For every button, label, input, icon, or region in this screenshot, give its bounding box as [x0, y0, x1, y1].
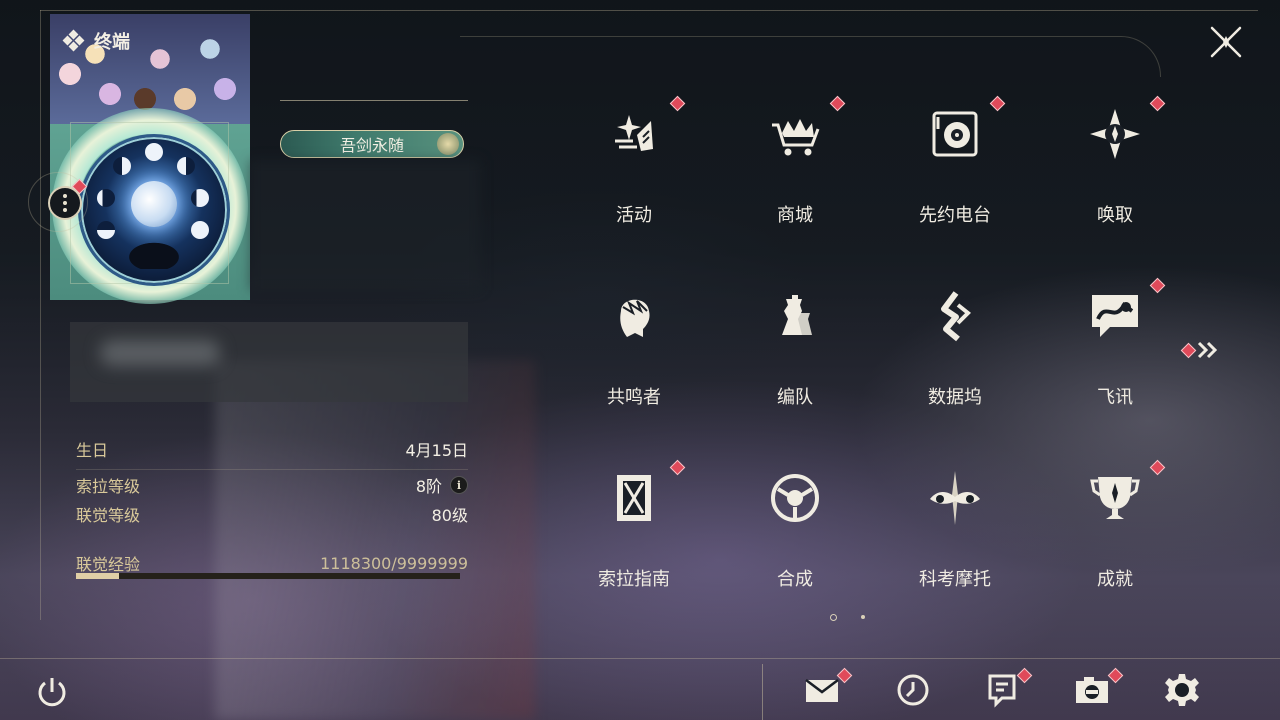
menu-item-synthesis[interactable]: 合成 — [715, 459, 875, 599]
stat-union-exp: 联觉经验 1118300/9999999 — [76, 551, 468, 575]
menu-item-label: 唤取 — [1097, 205, 1133, 226]
title-badge-label: 吾剑永随 — [339, 136, 404, 155]
blurred-signature — [100, 340, 220, 366]
moon-phase-icon — [97, 189, 115, 207]
hands-silhouette — [119, 229, 189, 269]
terminal-logo-icon — [62, 29, 85, 52]
menu-item-achievements[interactable]: 成就 — [1035, 459, 1195, 599]
menu-item-convene[interactable]: 唤取 — [1035, 95, 1195, 235]
character-head-icon — [620, 299, 650, 337]
settings-gear-icon[interactable] — [1164, 672, 1200, 708]
moon-phase-icon — [191, 221, 209, 239]
close-icon[interactable] — [1208, 24, 1244, 60]
divider — [76, 469, 468, 470]
stat-union-level: 联觉等级 80级 — [76, 502, 468, 526]
page-dot[interactable] — [861, 615, 865, 619]
moon-phase-icon — [97, 221, 115, 239]
menu-item-label: 索拉指南 — [598, 569, 670, 590]
menu-item-data-dock[interactable]: 数据坞 — [875, 277, 1035, 417]
dot — [63, 201, 67, 205]
radio-icon — [932, 111, 978, 157]
clock-icon[interactable] — [895, 672, 931, 708]
page-dot-active[interactable] — [830, 614, 837, 621]
exp-progress-fill — [76, 573, 119, 579]
stat-value: 80级 — [431, 506, 468, 525]
menu-item-label: 数据坞 — [928, 387, 982, 408]
next-page-chevron-icon[interactable] — [1196, 340, 1220, 360]
power-icon[interactable] — [34, 674, 70, 710]
dot — [63, 194, 67, 198]
frame-top-line — [40, 10, 1258, 11]
menu-item-guide[interactable]: 索拉指南 — [554, 459, 714, 599]
badge-emblem-icon — [437, 133, 459, 155]
menu-item-label: 商城 — [777, 205, 813, 226]
chat-message-icon — [1092, 295, 1138, 337]
synthesis-icon — [771, 474, 819, 522]
menu-item-radio[interactable]: 先约电台 — [875, 95, 1035, 235]
guide-book-icon — [617, 475, 651, 521]
shop-basket-icon — [772, 119, 820, 156]
menu-item-label: 活动 — [616, 205, 652, 226]
stat-value: 8阶 — [415, 477, 442, 496]
info-icon[interactable]: i — [450, 476, 468, 494]
moon-phase-icon — [113, 157, 131, 175]
menu-item-label: 共鸣者 — [607, 387, 661, 408]
title-badge[interactable]: 吾剑永随 — [280, 130, 464, 158]
page-header: 终端 — [62, 28, 130, 54]
exp-progress-bar — [76, 573, 460, 579]
stat-birthday: 生日 4月15日 — [76, 437, 468, 461]
menu-item-label: 成就 — [1097, 569, 1133, 590]
menu-item-team[interactable]: 编队 — [715, 277, 875, 417]
stat-value: 1118300/9999999 — [320, 553, 468, 573]
stat-sola-level: 索拉等级 8阶 i — [76, 473, 468, 497]
page-title: 终端 — [94, 32, 130, 53]
frame-inner-border — [460, 36, 1161, 77]
dot — [63, 208, 67, 212]
stat-value: 4月15日 — [405, 441, 468, 460]
full-moon-icon — [131, 181, 177, 227]
moon-phase-icon — [191, 189, 209, 207]
trophy-icon — [1090, 477, 1140, 519]
more-options-button[interactable] — [48, 186, 82, 220]
notice-icon[interactable] — [984, 672, 1020, 708]
name-underline — [280, 100, 468, 101]
footer-divider — [0, 658, 1280, 659]
sparkle-icon — [615, 115, 653, 151]
menu-item-label: 编队 — [777, 387, 813, 408]
stat-label: 联觉经验 — [76, 555, 141, 574]
menu-item-label: 科考摩托 — [919, 569, 991, 590]
stat-label: 生日 — [76, 441, 109, 460]
compass-star-icon — [1090, 109, 1140, 159]
data-dock-icon — [941, 291, 971, 342]
team-chess-icon — [782, 295, 812, 335]
moon-phase-icon — [145, 143, 163, 161]
menu-item-messages[interactable]: 飞讯 — [1035, 277, 1195, 417]
menu-item-motorcycle[interactable]: 科考摩托 — [875, 459, 1035, 599]
camera-icon[interactable] — [1074, 672, 1110, 708]
menu-item-shop[interactable]: 商城 — [715, 95, 875, 235]
moon-phase-icon — [177, 157, 195, 175]
menu-item-resonators[interactable]: 共鸣者 — [554, 277, 714, 417]
stat-label: 索拉等级 — [76, 477, 141, 496]
menu-item-activity[interactable]: 活动 — [554, 95, 714, 235]
stat-label: 联觉等级 — [76, 506, 141, 525]
frame-left-line — [40, 10, 41, 620]
menu-item-label: 飞讯 — [1097, 387, 1133, 408]
footer-separator — [762, 664, 763, 720]
mail-icon[interactable] — [804, 672, 840, 708]
motorcycle-icon — [930, 471, 980, 525]
menu-item-label: 合成 — [777, 569, 813, 590]
stat-value-wrap: 8阶 i — [416, 473, 468, 497]
blurred-name-area — [250, 160, 480, 290]
signature-box[interactable] — [70, 322, 468, 402]
menu-item-label: 先约电台 — [919, 205, 991, 226]
player-avatar[interactable] — [78, 134, 230, 286]
